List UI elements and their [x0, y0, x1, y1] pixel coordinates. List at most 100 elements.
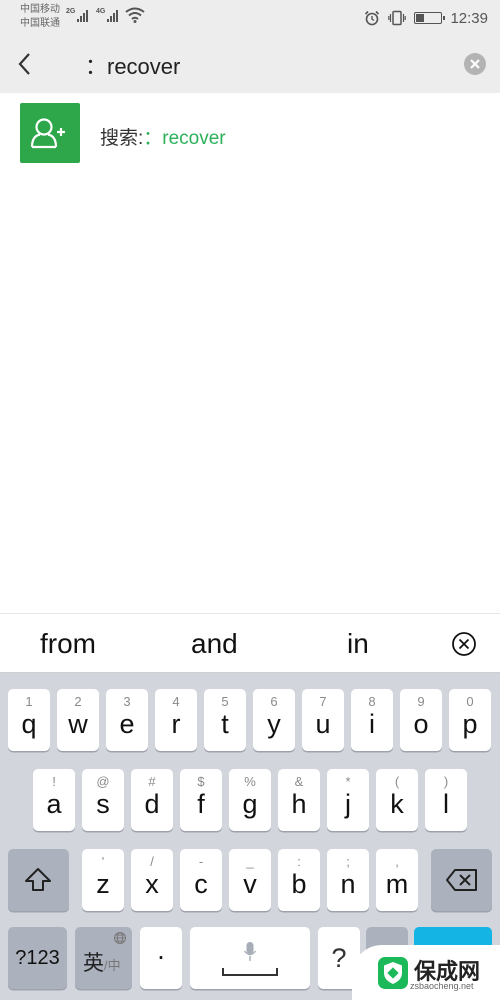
key-primary-label: n: [340, 869, 356, 899]
dot-key[interactable]: ·: [140, 927, 182, 989]
lang-sub: /中: [104, 958, 121, 973]
key-secondary-label: ;: [346, 854, 350, 869]
key-secondary-label: &: [294, 774, 304, 789]
result-label: 搜索:: [100, 128, 144, 149]
key-i[interactable]: 8i: [351, 689, 393, 751]
key-primary-label: a: [46, 789, 62, 819]
key-y[interactable]: 6y: [253, 689, 295, 751]
key-d[interactable]: # d: [131, 769, 173, 831]
circle-x-icon[interactable]: [450, 630, 478, 658]
key-g[interactable]: % g: [229, 769, 271, 831]
key-secondary-label: ,: [395, 854, 399, 869]
key-secondary-label: *: [345, 774, 351, 789]
key-secondary-label: 0: [466, 694, 474, 709]
key-m[interactable]: ,m: [376, 849, 418, 911]
carrier-labels: 中国移动 中国联通: [20, 3, 60, 31]
key-h[interactable]: & h: [278, 769, 320, 831]
key-p[interactable]: 0p: [449, 689, 491, 751]
status-bar: 中国移动 中国联通 2G 4G 12:39: [0, 0, 500, 36]
key-o[interactable]: 9o: [400, 689, 442, 751]
key-secondary-label: 3: [123, 694, 131, 709]
key-z[interactable]: ' z: [82, 849, 124, 911]
key-j[interactable]: * j: [327, 769, 369, 831]
key-secondary-label: 2: [74, 694, 82, 709]
search-contact-result[interactable]: 搜索:：recover: [0, 93, 500, 175]
key-secondary-label: $: [197, 774, 205, 789]
key-primary-label: l: [443, 789, 449, 819]
globe-icon: [114, 932, 126, 944]
key-primary-label: r: [171, 709, 181, 739]
status-right: 12:39: [364, 0, 488, 36]
key-q[interactable]: 1q: [8, 689, 50, 751]
key-e[interactable]: 3e: [106, 689, 148, 751]
space-bar-icon: [222, 968, 278, 976]
signal-icon: 2G: [66, 8, 89, 22]
key-primary-label: j: [345, 789, 351, 819]
key-secondary-label: 6: [270, 694, 278, 709]
key-primary-label: g: [242, 789, 258, 819]
space-key[interactable]: [190, 927, 310, 989]
wifi-icon: [125, 7, 145, 23]
key-r[interactable]: 4r: [155, 689, 197, 751]
clear-circle-icon: [470, 59, 480, 69]
key-primary-label: e: [119, 709, 135, 739]
key-primary-label: y: [267, 709, 281, 739]
shift-arrow-icon: [25, 868, 51, 891]
suggestion-item[interactable]: from: [40, 628, 96, 660]
suggestion-item[interactable]: in: [347, 628, 369, 660]
key-secondary-label: _: [246, 854, 254, 869]
key-secondary-label: (: [394, 774, 400, 789]
key-primary-label: k: [390, 789, 404, 819]
key-v[interactable]: _ v: [229, 849, 271, 911]
key-w[interactable]: 2w: [57, 689, 99, 751]
alarm-icon: [365, 10, 380, 26]
shift-key[interactable]: [8, 849, 69, 911]
key-secondary-label: %: [244, 774, 256, 789]
key-u[interactable]: 7u: [302, 689, 344, 751]
key-c[interactable]: -c: [180, 849, 222, 911]
key-b[interactable]: :b: [278, 849, 320, 911]
microphone-icon: [243, 942, 257, 961]
numbers-key[interactable]: ?123: [8, 927, 67, 989]
key-x[interactable]: / x: [131, 849, 173, 911]
key-secondary-label: ': [101, 854, 105, 869]
key-secondary-label: #: [148, 774, 156, 789]
app-screen: 中国移动 中国联通 2G 4G 12:39 ：recover 搜索:：recov…: [0, 0, 500, 1000]
key-primary-label: i: [369, 709, 375, 739]
shield-logo-icon: [378, 957, 408, 989]
search-input[interactable]: [85, 50, 445, 80]
key-f[interactable]: $ f: [180, 769, 222, 831]
key-primary-label: t: [221, 709, 229, 739]
key-primary-label: q: [21, 709, 37, 739]
key-secondary-label: ): [443, 774, 449, 789]
key-k[interactable]: (k: [376, 769, 418, 831]
key-secondary-label: @: [96, 774, 110, 789]
key-secondary-label: 4: [172, 694, 180, 709]
signal-icon: 4G: [96, 8, 119, 22]
key-primary-label: w: [68, 709, 88, 739]
key-t[interactable]: 5t: [204, 689, 246, 751]
key-secondary-label: 9: [417, 694, 425, 709]
key-secondary-label: -: [198, 854, 204, 869]
key-l[interactable]: ) l: [425, 769, 467, 831]
key-a[interactable]: ! a: [33, 769, 75, 831]
keyboard: 1q2w3e4r5t6y7u8i9o0p ! a @ s # d $ f% g & h * j(k) l …: [0, 673, 500, 1000]
suggestion-item[interactable]: and: [191, 628, 238, 660]
key-primary-label: c: [194, 869, 208, 899]
key-s[interactable]: @ s: [82, 769, 124, 831]
language-switch-key[interactable]: 英/中: [75, 927, 132, 989]
key-primary-label: s: [96, 789, 110, 819]
lang-main: 英: [83, 952, 104, 975]
chevron-left-icon[interactable]: [12, 50, 40, 78]
key-secondary-label: :: [297, 854, 301, 869]
key-primary-label: h: [291, 789, 307, 819]
battery-icon: [414, 12, 446, 24]
clear-search-button[interactable]: [464, 53, 486, 75]
key-n[interactable]: ; n: [327, 849, 369, 911]
backspace-key[interactable]: [431, 849, 492, 911]
key-secondary-label: /: [150, 854, 154, 869]
key-primary-label: o: [413, 709, 429, 739]
key-secondary-label: 8: [368, 694, 376, 709]
watermark-url: zsbaocheng.net: [410, 981, 474, 991]
key-primary-label: v: [243, 869, 257, 899]
